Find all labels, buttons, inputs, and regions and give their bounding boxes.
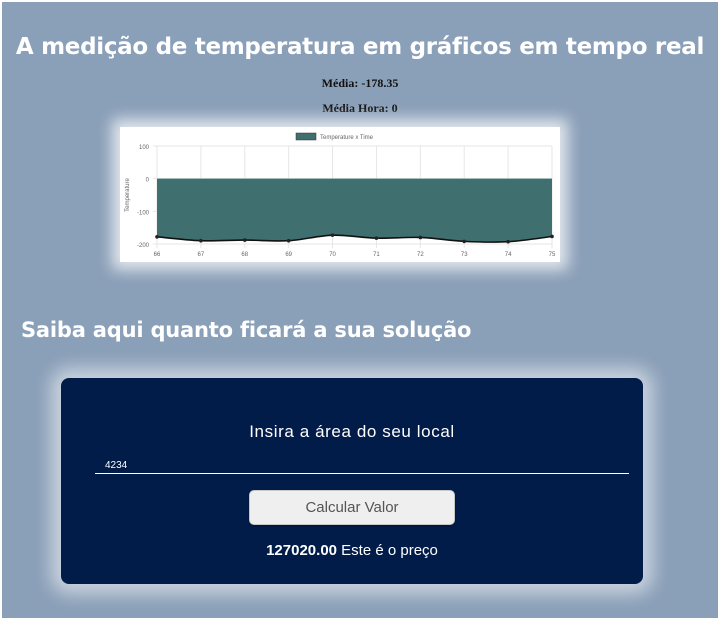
result-value: 127020.00: [266, 542, 337, 559]
y-axis-label: Temperature: [125, 177, 131, 211]
series-area: [157, 178, 552, 243]
x-tick-label: 69: [285, 252, 292, 258]
data-point: [506, 239, 510, 244]
calculate-button[interactable]: Calcular Valor: [249, 490, 455, 525]
page-background: A medição de temperatura em gráficos em …: [2, 2, 718, 618]
section-title: Saiba aqui quanto ficará a sua solução: [21, 318, 472, 342]
legend-swatch: [295, 132, 317, 141]
data-point: [374, 236, 379, 240]
chart-svg: 100 0 -100 -200 66 67 68 69 70 71 72 73 74 75 Temperat…: [125, 132, 556, 258]
data-point: [550, 234, 554, 239]
data-point: [330, 233, 335, 237]
x-tick-label: 75: [549, 252, 556, 258]
temperature-chart: 100 0 -100 -200 66 67 68 69 70 71 72 73 74 75 Temperat…: [120, 127, 560, 262]
hourly-average-stat: Média Hora: 0: [322, 101, 398, 115]
data-point: [418, 235, 423, 240]
data-point: [286, 238, 291, 243]
x-tick-label: 74: [505, 252, 512, 258]
x-tick-label: 68: [241, 252, 248, 258]
y-tick-label: 0: [146, 178, 150, 184]
calculator-heading: Insira a área do seu local: [249, 422, 455, 441]
data-point: [199, 238, 203, 243]
page-title: A medição de temperatura em gráficos em …: [15, 34, 705, 60]
data-point: [462, 239, 467, 244]
calculator-card: Insira a área do seu local Calcular Valo…: [61, 378, 643, 584]
area-input[interactable]: [95, 458, 629, 474]
y-tick-label: -100: [137, 210, 150, 216]
x-tick-label: 72: [417, 252, 424, 258]
x-tick-label: 66: [154, 252, 161, 258]
x-tick-label: 67: [198, 252, 205, 258]
result-line: 127020.00 Este é o preço: [61, 542, 643, 559]
y-tick-label: -200: [137, 243, 150, 249]
x-tick-label: 71: [373, 252, 380, 258]
y-tick-label: 100: [139, 145, 150, 151]
legend-label: Temperature x Time: [320, 135, 374, 141]
data-point: [242, 238, 247, 242]
result-text: Este é o preço: [337, 542, 438, 559]
x-tick-label: 70: [329, 252, 336, 258]
x-tick-label: 73: [461, 252, 468, 258]
average-stat: Média: -178.35: [321, 76, 399, 90]
data-point: [155, 235, 159, 239]
